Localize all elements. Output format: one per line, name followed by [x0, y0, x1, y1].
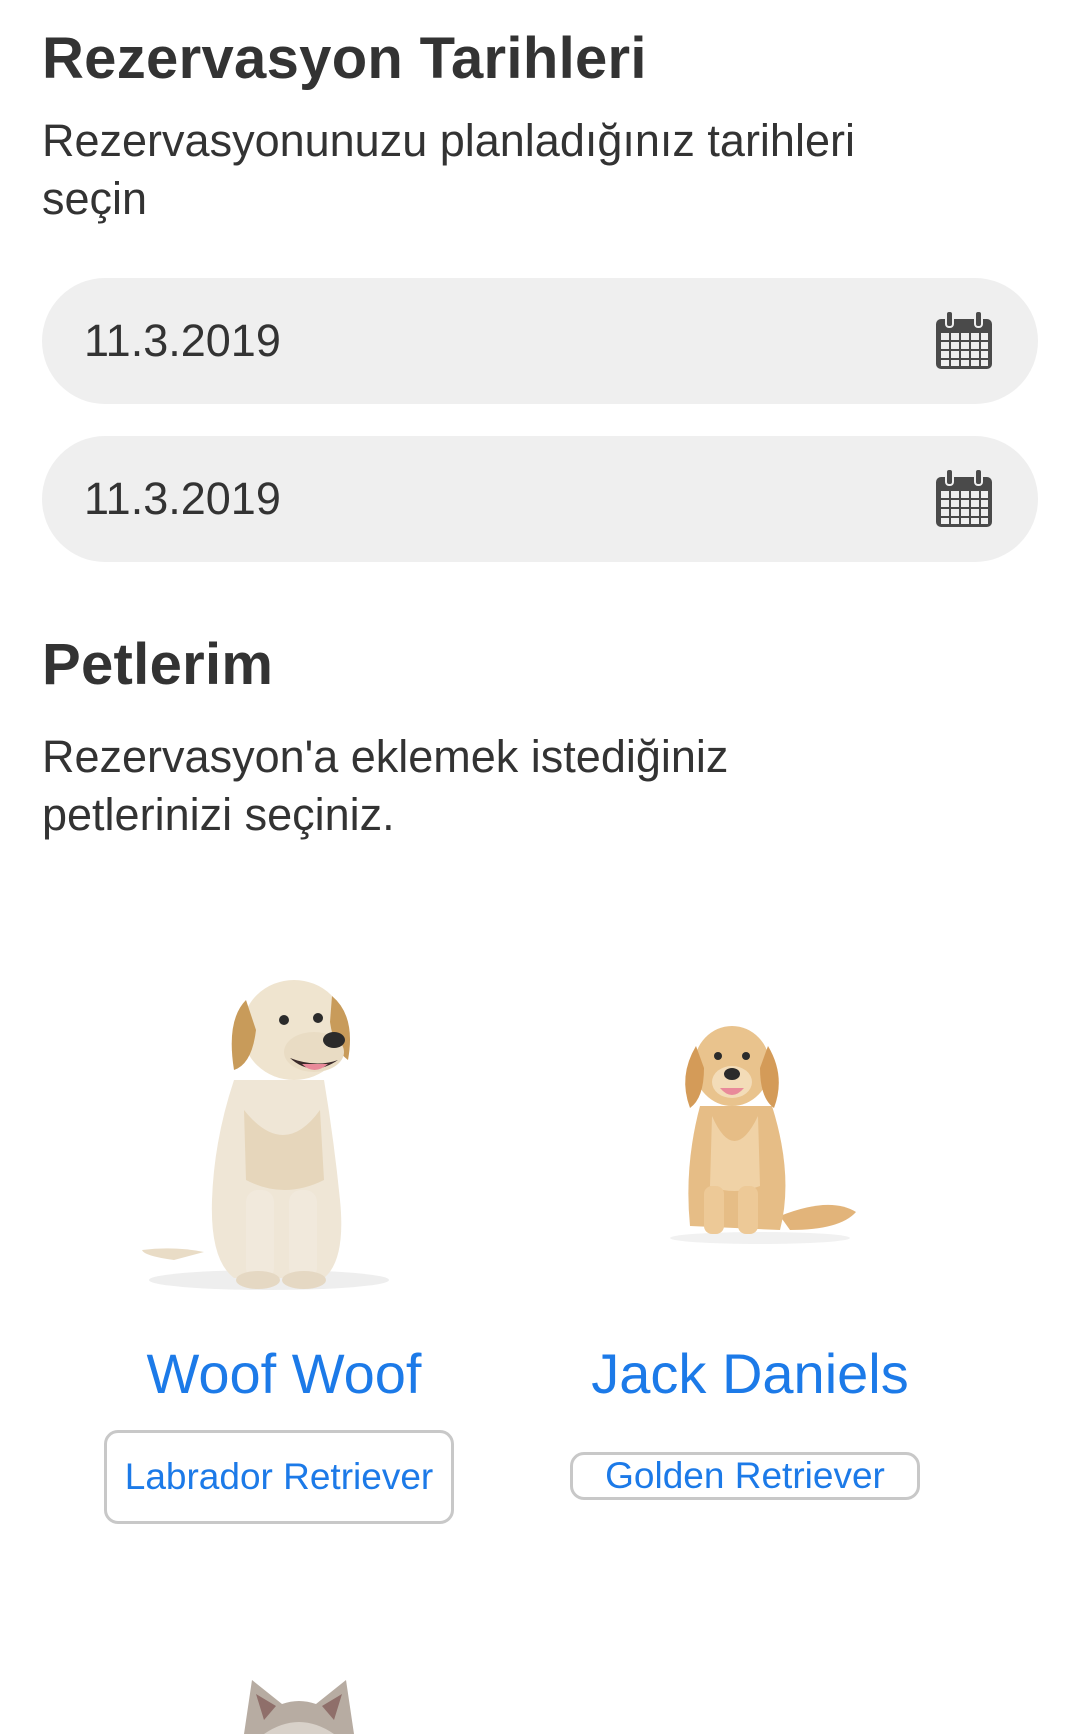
- cat-photo: [244, 1680, 354, 1734]
- end-date-field[interactable]: 11.3.2019: [42, 436, 1038, 562]
- calendar-icon[interactable]: [932, 309, 996, 373]
- pet-name[interactable]: Woof Woof: [94, 1346, 474, 1402]
- start-date-field[interactable]: 11.3.2019: [42, 278, 1038, 404]
- start-date-value: 11.3.2019: [84, 315, 281, 366]
- pet-breed-badge: Labrador Retriever: [104, 1430, 454, 1524]
- labrador-dog-photo: [142, 980, 389, 1290]
- end-date-value: 11.3.2019: [84, 473, 281, 524]
- pet-name[interactable]: Jack Daniels: [560, 1346, 940, 1402]
- dates-description: Rezervasyonunuzu planladığınız tarihleri…: [42, 115, 855, 224]
- golden-retriever-dog-photo: [670, 1026, 856, 1244]
- pets-description: Rezervasyon'a eklemek istediğiniz petler…: [42, 731, 729, 840]
- pet-card-woof-woof[interactable]: Woof Woof Labrador Retriever: [94, 960, 474, 1524]
- pets-title: Petlerim: [42, 632, 274, 697]
- calendar-icon[interactable]: [932, 467, 996, 531]
- pet-card-cat[interactable]: [94, 1660, 474, 1734]
- pet-breed-badge: Golden Retriever: [570, 1452, 920, 1500]
- dates-title: Rezervasyon Tarihleri: [42, 26, 647, 91]
- pet-card-jack-daniels[interactable]: Jack Daniels Golden Retriever: [560, 960, 940, 1520]
